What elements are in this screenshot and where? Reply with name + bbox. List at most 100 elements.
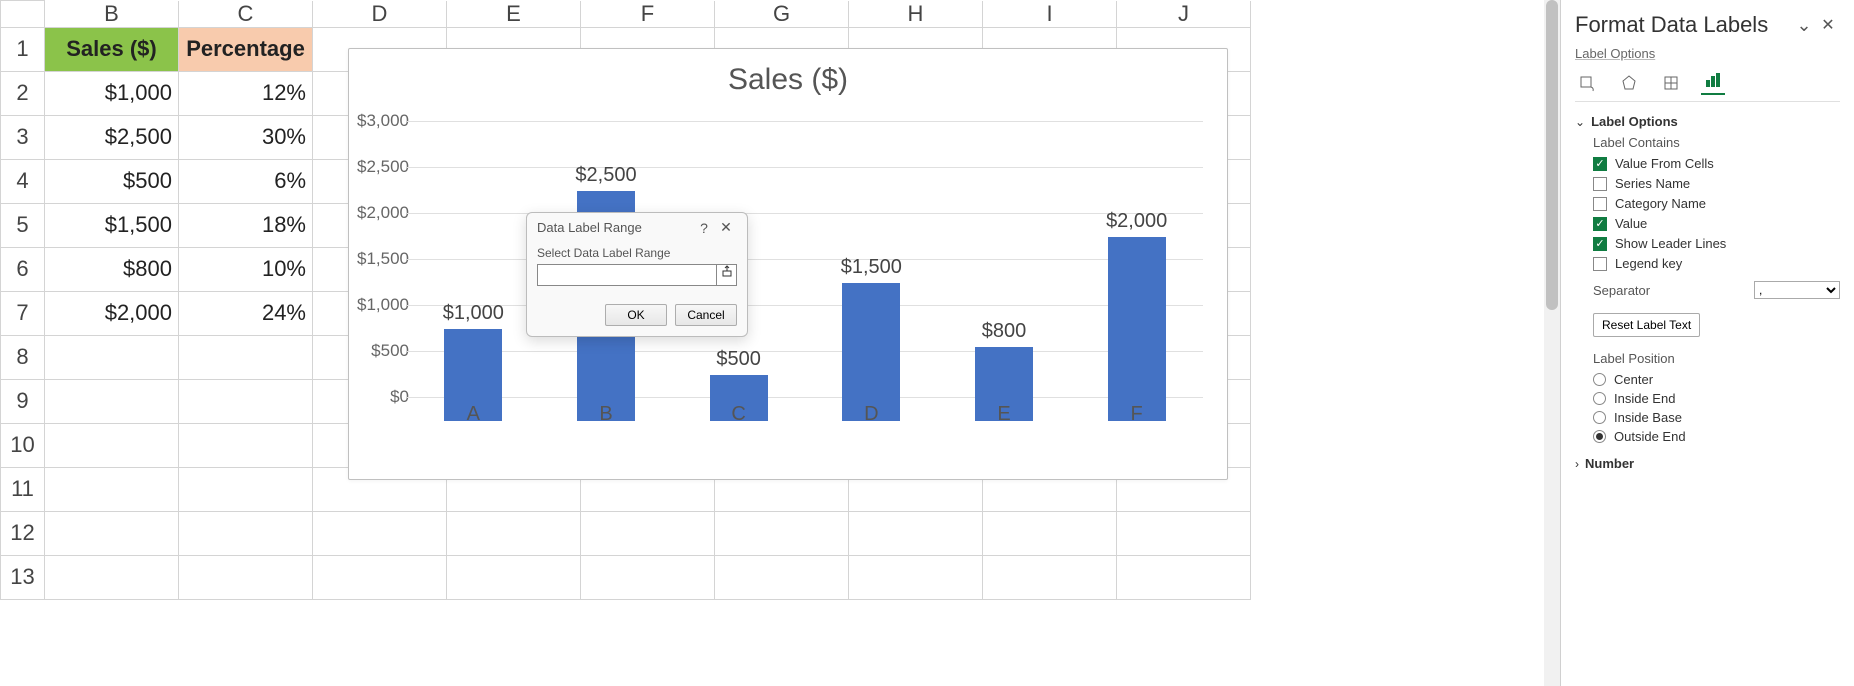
section-number[interactable]: ›Number [1575,456,1840,471]
checkbox-series-name[interactable]: Series Name [1593,176,1840,191]
chart-data-label[interactable]: $800 [954,320,1054,343]
ok-button[interactable]: OK [605,304,667,326]
chart-data-label[interactable]: $1,000 [423,302,523,325]
row-header[interactable]: 6 [1,247,45,291]
chart-bar-rect[interactable] [1108,237,1166,421]
scrollbar-thumb[interactable] [1546,0,1558,310]
chart-data-label[interactable]: $2,000 [1087,210,1187,233]
chart-title[interactable]: Sales ($) [349,63,1227,97]
cell[interactable] [715,511,849,555]
effects-icon[interactable] [1617,71,1641,95]
close-icon[interactable]: ✕ [1816,15,1840,35]
cell[interactable] [179,335,313,379]
separator-select[interactable]: , [1754,281,1840,299]
reset-label-text-button[interactable]: Reset Label Text [1593,313,1700,337]
chart-bar-rect[interactable] [842,283,900,421]
cell-C6[interactable]: 10% [179,247,313,291]
cell[interactable] [1117,555,1251,599]
checkbox-legend-key[interactable]: Legend key [1593,256,1840,271]
cell-C5[interactable]: 18% [179,203,313,247]
row-header[interactable]: 12 [1,511,45,555]
cell[interactable] [45,379,179,423]
radio-center[interactable]: Center [1593,372,1840,387]
row-header[interactable]: 10 [1,423,45,467]
cell-C3[interactable]: 30% [179,115,313,159]
checkbox-category-name[interactable]: Category Name [1593,196,1840,211]
col-header[interactable]: J [1117,1,1251,28]
cell[interactable] [45,423,179,467]
cell[interactable] [849,511,983,555]
range-input[interactable] [538,265,716,285]
cell[interactable] [45,467,179,511]
cell-C2[interactable]: 12% [179,71,313,115]
checkbox-value-from-cells[interactable]: ✓Value From Cells [1593,156,1840,171]
chart-bar[interactable]: $800 [975,145,1033,421]
row-header[interactable]: 5 [1,203,45,247]
range-picker-icon[interactable] [716,265,736,285]
cell[interactable] [447,555,581,599]
row-header[interactable]: 13 [1,555,45,599]
cell-B4[interactable]: $500 [45,159,179,203]
cell[interactable] [581,555,715,599]
section-label-options[interactable]: ⌄Label Options [1575,114,1840,129]
chart-bar[interactable]: $2,000 [1108,145,1166,421]
cell[interactable] [581,511,715,555]
cell[interactable] [179,511,313,555]
cell-B2[interactable]: $1,000 [45,71,179,115]
cell-C4[interactable]: 6% [179,159,313,203]
select-all-corner[interactable] [1,1,45,28]
label-options-icon[interactable] [1701,71,1725,95]
cell-C7[interactable]: 24% [179,291,313,335]
cell[interactable] [447,511,581,555]
col-header[interactable]: B [45,1,179,28]
row-header[interactable]: 1 [1,27,45,71]
chart-bar[interactable]: $1,000 [444,145,502,421]
chevron-down-icon[interactable]: ⌄ [1792,15,1816,36]
pane-subtitle[interactable]: Label Options [1575,46,1840,61]
chart-data-label[interactable]: $1,500 [821,256,921,279]
col-header[interactable]: F [581,1,715,28]
cell-B7[interactable]: $2,000 [45,291,179,335]
close-icon[interactable]: ✕ [715,219,737,236]
cell[interactable] [313,555,447,599]
cell[interactable] [715,555,849,599]
cell[interactable] [313,511,447,555]
chart-data-label[interactable]: $500 [689,348,789,371]
cell[interactable] [179,467,313,511]
fill-line-icon[interactable] [1575,71,1599,95]
size-properties-icon[interactable] [1659,71,1683,95]
row-header[interactable]: 9 [1,379,45,423]
chart-bar[interactable]: $1,500 [842,145,900,421]
cell[interactable] [1117,511,1251,555]
col-header[interactable]: G [715,1,849,28]
row-header[interactable]: 7 [1,291,45,335]
radio-inside-end[interactable]: Inside End [1593,391,1840,406]
vertical-scrollbar[interactable] [1544,0,1560,686]
cell[interactable] [179,555,313,599]
cell-B1[interactable]: Sales ($) [45,27,179,71]
col-header[interactable]: D [313,1,447,28]
cell[interactable] [45,555,179,599]
row-header[interactable]: 4 [1,159,45,203]
cancel-button[interactable]: Cancel [675,304,737,326]
cell[interactable] [983,511,1117,555]
cell-C1[interactable]: Percentage [179,27,313,71]
checkbox-show-leader-lines[interactable]: ✓Show Leader Lines [1593,236,1840,251]
radio-inside-base[interactable]: Inside Base [1593,410,1840,425]
embedded-chart[interactable]: Sales ($) $0$500$1,000$1,500$2,000$2,500… [348,48,1228,480]
cell[interactable] [179,379,313,423]
cell[interactable] [983,555,1117,599]
cell[interactable] [45,335,179,379]
row-header[interactable]: 2 [1,71,45,115]
row-header[interactable]: 8 [1,335,45,379]
cell[interactable] [45,511,179,555]
help-icon[interactable]: ? [693,220,715,236]
cell[interactable] [849,555,983,599]
cell-B5[interactable]: $1,500 [45,203,179,247]
chart-data-label[interactable]: $2,500 [556,164,656,187]
col-header[interactable]: C [179,1,313,28]
cell[interactable] [179,423,313,467]
col-header[interactable]: I [983,1,1117,28]
row-header[interactable]: 3 [1,115,45,159]
row-header[interactable]: 11 [1,467,45,511]
